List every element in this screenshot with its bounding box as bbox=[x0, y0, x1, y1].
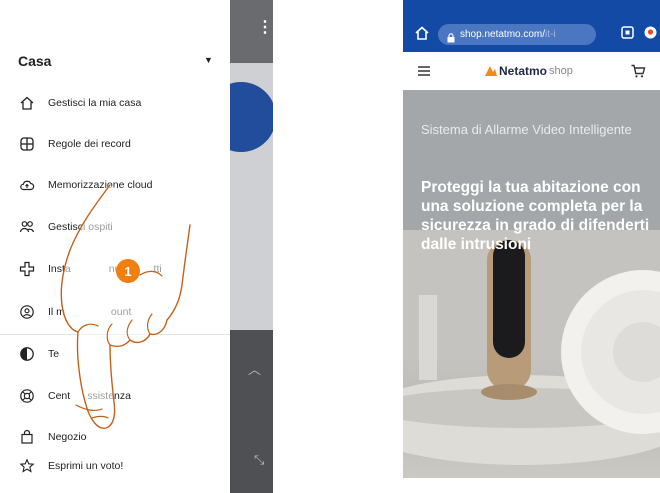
shop-bag-icon bbox=[18, 428, 36, 446]
page-bottom bbox=[403, 478, 660, 493]
plus-icon bbox=[18, 260, 36, 278]
browser-screen: shop.netatmo.com/it-i Netatmo shop Siste… bbox=[403, 0, 660, 493]
menu-item-theme[interactable]: Te bbox=[18, 343, 59, 365]
menu-label: Negozio bbox=[48, 431, 87, 443]
menu-label-part: Insta bbox=[48, 263, 71, 275]
theme-icon bbox=[18, 345, 36, 363]
home-name[interactable]: Casa bbox=[18, 53, 51, 69]
menu-item-rate-app[interactable]: Esprimi un voto! bbox=[18, 455, 123, 477]
logo-text: Netatmo bbox=[499, 64, 548, 78]
app-screen: ⋮ ︿ ⤡ Casa ▼ Gestisci la mia casa Regole… bbox=[0, 0, 273, 493]
menu-item-cloud-storage[interactable]: Memorizzazione cloud bbox=[18, 174, 152, 196]
menu-label-part: Cent bbox=[48, 390, 71, 402]
menu-item-install-products[interactable]: Insta nuov tti bbox=[18, 258, 162, 280]
hamburger-menu-icon[interactable] bbox=[416, 63, 432, 79]
help-center-icon bbox=[18, 387, 36, 405]
menu-item-record-rules[interactable]: Regole dei record bbox=[18, 133, 131, 155]
hero-headline: Proteggi la tua abitazione con una soluz… bbox=[421, 179, 650, 253]
menu-label: Esprimi un voto! bbox=[48, 460, 124, 472]
menu-label: Memorizzazione cloud bbox=[48, 179, 153, 191]
menu-label-part: ount bbox=[110, 306, 132, 318]
browser-home-icon[interactable] bbox=[414, 25, 430, 41]
menu-label-part: tti bbox=[153, 263, 162, 275]
house-icon bbox=[18, 94, 36, 112]
cloud-upload-icon bbox=[18, 176, 36, 194]
menu-item-manage-guests[interactable]: Gestisci ospiti bbox=[18, 216, 113, 238]
home-dropdown-icon[interactable]: ▼ bbox=[204, 55, 213, 65]
browser-toolbar: shop.netatmo.com/it-i bbox=[403, 17, 660, 52]
menu-item-help-center[interactable]: Cent ssistenza bbox=[18, 385, 131, 407]
menu-item-my-account[interactable]: Il m ount bbox=[18, 301, 131, 323]
status-bar bbox=[403, 0, 660, 17]
site-header: Netatmo shop bbox=[403, 52, 660, 91]
more-options-icon[interactable]: ⋮ bbox=[257, 20, 273, 36]
menu-label: Gestisci la mia casa bbox=[48, 97, 142, 109]
menu-label-part: Te bbox=[48, 348, 60, 360]
hero-banner: Sistema di Allarme Video Intelligente Pr… bbox=[403, 90, 660, 493]
menu-item-manage-home[interactable]: Gestisci la mia casa bbox=[18, 92, 141, 114]
tabs-icon[interactable] bbox=[621, 26, 634, 39]
step-number-badge: 1 bbox=[116, 259, 140, 283]
netatmo-logo-icon bbox=[485, 66, 497, 76]
address-bar[interactable]: shop.netatmo.com/it-i bbox=[438, 24, 596, 45]
menu-label-part: Il m bbox=[48, 306, 65, 318]
cart-icon[interactable] bbox=[630, 63, 646, 79]
hero-product-photo bbox=[403, 90, 660, 465]
url-text: shop.netatmo.com/it-i bbox=[460, 29, 556, 40]
record-rules-icon bbox=[18, 135, 36, 153]
site-logo[interactable]: Netatmo shop bbox=[485, 64, 573, 78]
menu-item-shop[interactable]: Negozio bbox=[18, 426, 87, 448]
chevron-up-icon[interactable]: ︿ bbox=[248, 359, 261, 378]
hero-subtitle: Sistema di Allarme Video Intelligente bbox=[421, 122, 632, 137]
lock-icon bbox=[447, 30, 455, 42]
account-icon bbox=[18, 303, 36, 321]
browser-extension-icon[interactable] bbox=[644, 26, 657, 39]
menu-label: Gestisci ospiti bbox=[48, 221, 113, 233]
guests-icon bbox=[18, 218, 36, 236]
menu-label: Regole dei record bbox=[48, 138, 131, 150]
side-drawer: Casa ▼ Gestisci la mia casa Regole dei r… bbox=[0, 0, 230, 493]
star-icon bbox=[18, 457, 36, 475]
menu-label-part: ssistenza bbox=[87, 390, 131, 402]
menu-divider bbox=[0, 334, 230, 335]
dimmed-background: ⋮ ︿ ⤡ bbox=[206, 0, 273, 493]
expand-icon[interactable]: ⤡ bbox=[254, 452, 264, 468]
bottom-panel bbox=[230, 330, 273, 493]
logo-suffix: shop bbox=[549, 65, 573, 77]
